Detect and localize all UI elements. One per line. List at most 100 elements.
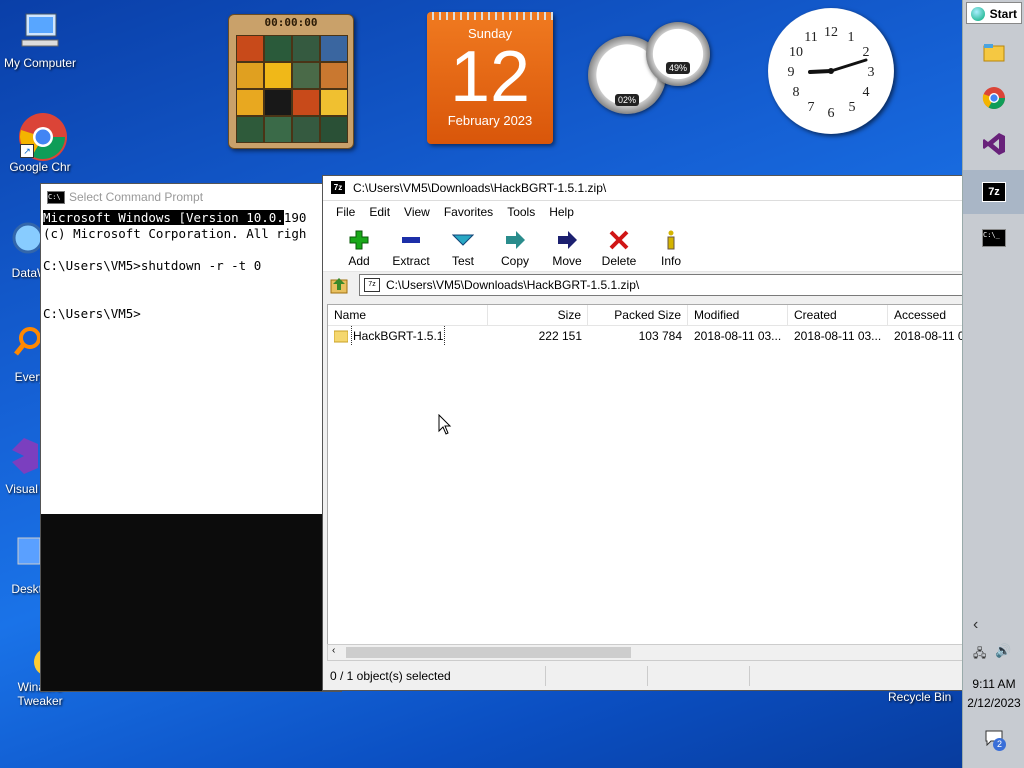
column-created[interactable]: Created (788, 305, 888, 325)
magnifier-icon (0, 322, 42, 366)
menu-bar: File Edit View Favorites Tools Help (323, 201, 963, 223)
ram-meter-gadget[interactable]: 49% (646, 22, 710, 86)
7zip-titlebar[interactable]: 7z C:\Users\VM5\Downloads\HackBGRT-1.5.1… (323, 176, 963, 201)
address-text: C:\Users\VM5\Downloads\HackBGRT-1.5.1.zi… (386, 278, 640, 292)
desktop-icon-label: Every (14, 370, 46, 384)
cmd-icon: C:\_ (982, 229, 1006, 247)
svg-text:5: 5 (849, 100, 856, 115)
taskbar-command-prompt[interactable]: C:\_ (963, 216, 1024, 260)
clock-face: 12 12 345 678 91011 (788, 25, 875, 121)
menu-help[interactable]: Help (542, 201, 581, 223)
clock-gadget[interactable]: 12 1 2 345 678 9 10 11 (768, 8, 894, 134)
puzzle-timer: 00:00:00 (264, 16, 318, 29)
x-icon (609, 230, 629, 250)
copy-button[interactable]: Copy (489, 223, 541, 271)
start-label: Start (989, 7, 1017, 21)
menu-edit[interactable]: Edit (362, 201, 397, 223)
cmd-icon: C:\ (47, 191, 65, 204)
move-label: Move (552, 254, 582, 268)
tray-clock-date[interactable]: 2/12/2023 (963, 696, 1024, 710)
add-button[interactable]: Add (333, 223, 385, 271)
volume-icon[interactable]: 🔊 (995, 643, 1011, 659)
row-created: 2018-08-11 03... (794, 329, 882, 343)
file-explorer-icon (983, 44, 1005, 62)
chrome-icon (982, 87, 1005, 109)
row-size: 222 151 (538, 329, 582, 343)
scrollbar-thumb[interactable] (346, 647, 631, 658)
move-button[interactable]: Move (541, 223, 593, 271)
taskbar-visual-studio[interactable] (963, 122, 1024, 166)
menu-view[interactable]: View (397, 201, 437, 223)
taskbar-chrome[interactable] (963, 76, 1024, 120)
cmd-console[interactable]: Microsoft Windows [Version 10.0.190 (c) … (41, 210, 341, 514)
info-label: Info (660, 254, 681, 268)
column-packed-size[interactable]: Packed Size (588, 305, 688, 325)
svg-text:7: 7 (808, 100, 815, 115)
svg-text:1: 1 (848, 30, 855, 45)
start-orb-icon (971, 7, 985, 21)
file-list[interactable]: Name Size Packed Size Modified Created A… (327, 304, 965, 646)
test-button[interactable]: Test (437, 223, 489, 271)
cmd-line: C:\Users\VM5> (43, 306, 141, 321)
delete-label: Delete (601, 254, 637, 268)
move-arrow-icon (558, 231, 577, 249)
tray-expand-icon[interactable]: ‹ (973, 616, 978, 634)
monitor-icon (0, 534, 42, 578)
extract-button[interactable]: Extract (385, 223, 437, 271)
picture-puzzle-gadget[interactable]: 00:00:00 (228, 14, 354, 149)
add-label: Add (348, 254, 370, 268)
menu-tools[interactable]: Tools (500, 201, 542, 223)
start-button[interactable]: Start (966, 2, 1022, 24)
archive-icon: 7z (364, 278, 380, 292)
svg-text:9: 9 (788, 65, 795, 80)
minus-icon (402, 237, 420, 243)
desktop-icon-label: Google Chr (9, 160, 71, 174)
table-row[interactable]: HackBGRT-1.5.1 222 151 103 784 2018-08-1… (328, 326, 964, 346)
status-bar: 0 / 1 object(s) selected (327, 666, 963, 686)
svg-text:10: 10 (789, 45, 803, 60)
folder-icon (334, 330, 348, 343)
plus-icon (349, 230, 369, 250)
ram-value: 49% (665, 62, 691, 74)
taskbar-file-explorer[interactable] (963, 30, 1024, 74)
check-down-icon (452, 234, 474, 246)
command-prompt-window[interactable]: C:\ Select Command Prompt Microsoft Wind… (40, 183, 342, 692)
folder-up-icon[interactable] (329, 274, 351, 296)
info-button[interactable]: Info (645, 223, 697, 271)
desktop-icon-my-computer[interactable]: My Computer (0, 8, 80, 70)
address-field[interactable]: 7z C:\Users\VM5\Downloads\HackBGRT-1.5.1… (359, 274, 963, 296)
test-label: Test (451, 254, 474, 268)
scroll-left-icon[interactable]: ‹ (332, 645, 335, 656)
recycle-bin-label[interactable]: Recycle Bin (888, 690, 951, 704)
row-packed-size: 103 784 (638, 329, 682, 343)
horizontal-scrollbar[interactable]: ‹ (327, 644, 963, 661)
column-size[interactable]: Size (488, 305, 588, 325)
7zip-window[interactable]: 7z C:\Users\VM5\Downloads\HackBGRT-1.5.1… (322, 175, 965, 691)
visual-studio-icon (983, 133, 1005, 155)
column-modified[interactable]: Modified (688, 305, 788, 325)
calendar-gadget[interactable]: Sunday 12 February 2023 (427, 12, 553, 144)
network-icon[interactable]: 🖧 (973, 644, 986, 665)
svg-text:6: 6 (828, 106, 835, 121)
menu-favorites[interactable]: Favorites (437, 201, 500, 223)
address-bar: 7z C:\Users\VM5\Downloads\HackBGRT-1.5.1… (323, 272, 963, 298)
cmd-titlebar[interactable]: C:\ Select Command Prompt (41, 184, 341, 210)
svg-text:8: 8 (793, 85, 800, 100)
taskbar: Start 7z C:\_ ‹ 🖧 🔊 9:11 AM 2/12/2023 2 (962, 0, 1024, 768)
status-text: 0 / 1 object(s) selected (327, 666, 546, 686)
computer-icon (18, 8, 62, 52)
column-name[interactable]: Name (328, 305, 488, 325)
taskbar-7zip[interactable]: 7z (963, 170, 1024, 214)
info-icon (667, 230, 675, 250)
menu-file[interactable]: File (329, 201, 362, 223)
puzzle-grid[interactable] (236, 35, 348, 143)
desktop-icon-google-chrome[interactable]: ↗ Google Chr (0, 112, 80, 174)
row-modified: 2018-08-11 03... (694, 329, 782, 343)
notifications-button[interactable]: 2 (985, 730, 1007, 751)
delete-button[interactable]: Delete (593, 223, 645, 271)
tray-clock-time[interactable]: 9:11 AM (963, 677, 1024, 691)
calendar-rings (427, 12, 553, 20)
7zip-title: C:\Users\VM5\Downloads\HackBGRT-1.5.1.zi… (353, 181, 607, 195)
column-accessed[interactable]: Accessed (888, 305, 964, 325)
copy-label: Copy (500, 254, 529, 268)
